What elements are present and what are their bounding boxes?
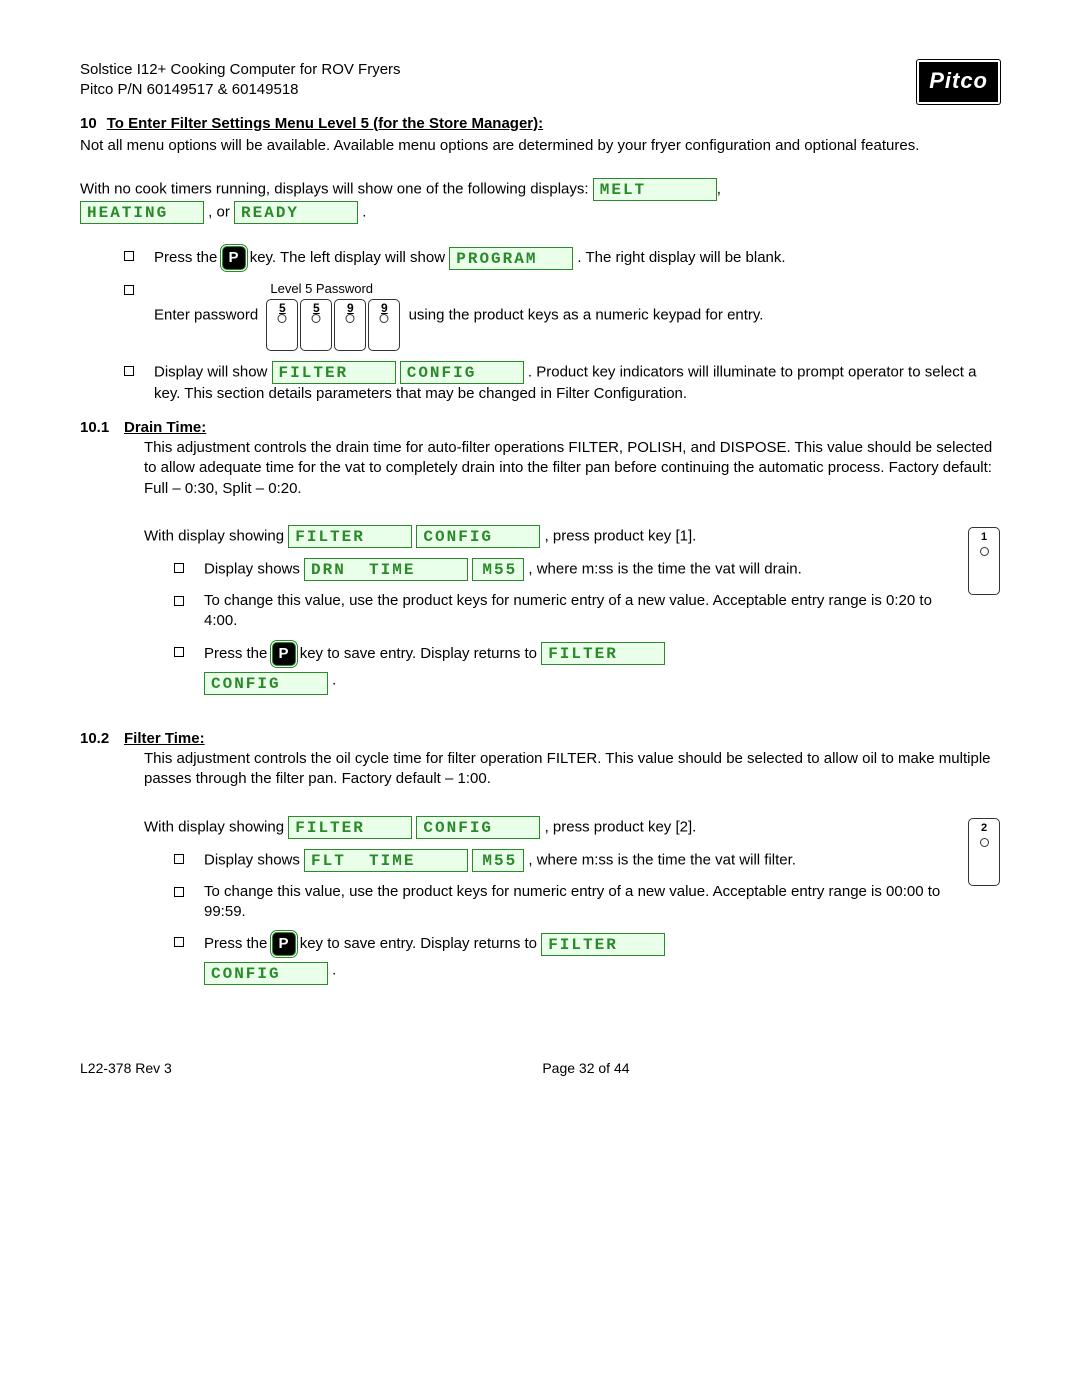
sub-num: 10.2 — [80, 729, 109, 749]
keypad-key-2: 5 — [300, 299, 332, 351]
sub102-b2: To change this value, use the product ke… — [174, 882, 1000, 923]
sub101-block: 1 With display showing FILTER CONFIG , p… — [144, 525, 1000, 709]
lcd-melt: MELT — [593, 178, 717, 201]
keypad-key-1: 5 — [266, 299, 298, 351]
lcd-filter: FILTER — [541, 642, 665, 665]
sub101-b3: Press the P key to save entry. Display r… — [174, 642, 1000, 695]
sub102-block: 2 With display showing FILTER CONFIG , p… — [144, 816, 1000, 1000]
section-heading: To Enter Filter Settings Menu Level 5 (f… — [107, 115, 543, 132]
lcd-filter: FILTER — [288, 816, 412, 839]
keypad-label: Level 5 Password — [266, 280, 400, 298]
sub101-b1: Display shows DRN TIME M55 , where m:ss … — [174, 558, 1000, 581]
sub102-body: This adjustment controls the oil cycle t… — [144, 749, 1000, 790]
lcd-program: PROGRAM — [449, 247, 573, 270]
lcd-filter: FILTER — [541, 933, 665, 956]
step-press-p: Press the P key. The left display will s… — [124, 246, 1000, 270]
lcd-config: CONFIG — [416, 525, 540, 548]
lcd-config: CONFIG — [400, 361, 524, 384]
display-states-line: With no cook timers running, displays wi… — [80, 178, 1000, 224]
sub102-lead: With display showing FILTER CONFIG , pre… — [144, 816, 1000, 839]
section-number: 10 — [80, 114, 97, 134]
or-text: , or — [208, 204, 234, 221]
lcd-heating: HEATING — [80, 201, 204, 224]
p-key-icon: P — [272, 642, 296, 666]
sub102-b1: Display shows FLT TIME M55 , where m:ss … — [174, 849, 1000, 872]
sub-num: 10.1 — [80, 418, 109, 438]
lcd-mss: M55 — [472, 558, 524, 581]
lcd-config: CONFIG — [204, 672, 328, 695]
step-enter-password: Enter password Level 5 Password 5 5 9 9 … — [124, 280, 1000, 351]
sub-title: Drain Time: — [124, 419, 206, 436]
lcd-config: CONFIG — [416, 816, 540, 839]
subsection-10-2: 10.2 Filter Time: This adjustment contro… — [124, 729, 1000, 1000]
pitco-logo: Pitco — [917, 60, 1000, 104]
header-text: Solstice I12+ Cooking Computer for ROV F… — [80, 60, 401, 101]
main-steps-list: Press the P key. The left display will s… — [80, 246, 1000, 404]
page-footer: L22-378 Rev 3 Page 32 of 44 — [80, 1059, 1000, 1078]
sub102-b3: Press the P key to save entry. Display r… — [174, 932, 1000, 985]
footer-left: L22-378 Rev 3 — [80, 1059, 172, 1078]
sub102-bullets: Display shows FLT TIME M55 , where m:ss … — [144, 849, 1000, 986]
sub101-b2: To change this value, use the product ke… — [174, 591, 1000, 632]
keypad-key-4: 9 — [368, 299, 400, 351]
section-10-title: 10 To Enter Filter Settings Menu Level 5 … — [80, 114, 1000, 134]
lcd-filter: FILTER — [288, 525, 412, 548]
end-text: . — [362, 204, 366, 221]
sub101-bullets: Display shows DRN TIME M55 , where m:ss … — [144, 558, 1000, 695]
section-intro: Not all menu options will be available. … — [80, 136, 1000, 156]
product-line-2: Pitco P/N 60149517 & 60149518 — [80, 81, 299, 98]
password-keypad: Level 5 Password 5 5 9 9 — [266, 280, 400, 351]
lcd-drn-time: DRN TIME — [304, 558, 468, 581]
sub101-body: This adjustment controls the drain time … — [144, 438, 1000, 499]
keypad-key-3: 9 — [334, 299, 366, 351]
lcd-config: CONFIG — [204, 962, 328, 985]
lcd-ready: READY — [234, 201, 358, 224]
footer-center: Page 32 of 44 — [542, 1059, 629, 1078]
step-display-filter-config: Display will show FILTER CONFIG . Produc… — [124, 361, 1000, 404]
sub-title: Filter Time: — [124, 730, 205, 747]
sub101-lead: With display showing FILTER CONFIG , pre… — [144, 525, 1000, 548]
subsection-10-1: 10.1 Drain Time: This adjustment control… — [124, 418, 1000, 709]
lead-text: With no cook timers running, displays wi… — [80, 181, 593, 198]
product-line-1: Solstice I12+ Cooking Computer for ROV F… — [80, 61, 401, 78]
p-key-icon: P — [222, 246, 246, 270]
lcd-filter: FILTER — [272, 361, 396, 384]
page-header: Solstice I12+ Cooking Computer for ROV F… — [80, 60, 1000, 104]
p-key-icon: P — [272, 932, 296, 956]
lcd-flt-time: FLT TIME — [304, 849, 468, 872]
lcd-mss: M55 — [472, 849, 524, 872]
